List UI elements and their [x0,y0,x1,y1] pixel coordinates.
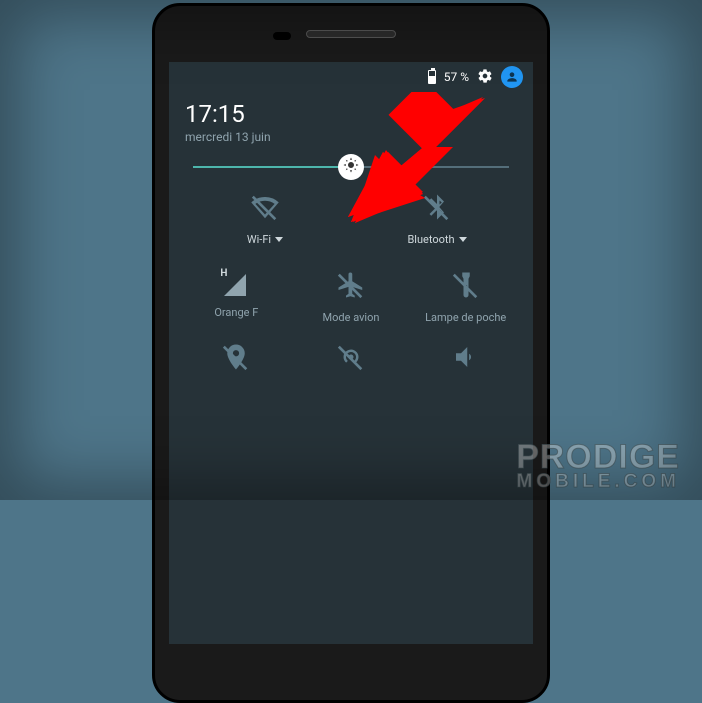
wifi-label-row[interactable]: Wi-Fi [247,233,283,246]
screen: 57 % 17:15 mercredi 13 juin [169,62,533,644]
brightness-icon [342,156,360,178]
bluetooth-label: Bluetooth [407,233,454,246]
slider-track [193,166,509,168]
battery-percent: 57 % [444,70,469,84]
clock-time: 17:15 [185,100,517,128]
qs-row-1: Wi-Fi Bluetooth [169,174,533,256]
bluetooth-label-row[interactable]: Bluetooth [407,233,466,246]
location-tile[interactable] [179,342,294,375]
qs-row-2: H Orange F Mode avion Lampe de poche [169,256,533,328]
bluetooth-off-icon [422,192,452,225]
wifi-tile[interactable]: Wi-Fi [179,192,351,246]
qs-header: 17:15 mercredi 13 juin [169,92,533,158]
location-off-icon [221,342,251,375]
sound-tile[interactable] [408,342,523,375]
status-bar: 57 % [169,62,533,92]
hotspot-off-icon [336,342,366,375]
chevron-down-icon [459,237,467,242]
brightness-thumb[interactable] [338,154,364,180]
watermark: PRODIGE MOBILE.COM [516,442,680,490]
wifi-off-icon [250,192,280,225]
slider-fill [193,166,351,168]
phone-side-button [547,246,550,301]
phone-speaker [306,30,396,38]
bluetooth-tile[interactable]: Bluetooth [351,192,523,246]
wifi-label: Wi-Fi [247,233,271,246]
signal-h-icon: H [222,270,250,298]
torch-label: Lampe de poche [425,311,506,324]
brightness-slider[interactable] [169,158,533,174]
profile-avatar[interactable] [501,66,523,88]
watermark-line1: PRODIGE [516,442,680,473]
flashlight-icon [451,270,481,303]
airplane-off-icon [336,270,366,303]
clock-date: mercredi 13 juin [185,130,517,144]
hotspot-tile[interactable] [294,342,409,375]
settings-icon[interactable] [477,68,493,87]
battery-icon [428,70,436,84]
chevron-down-icon [275,237,283,242]
phone-side-button [547,206,550,236]
speaker-icon [451,342,481,375]
watermark-line2: MOBILE.COM [516,473,680,490]
phone-frame: 57 % 17:15 mercredi 13 juin [152,3,550,703]
signal-tile[interactable]: H Orange F [179,270,294,324]
signal-label: Orange F [214,306,258,319]
qs-row-3 [169,328,533,379]
airplane-label: Mode avion [323,311,380,324]
airplane-tile[interactable]: Mode avion [294,270,409,324]
torch-tile[interactable]: Lampe de poche [408,270,523,324]
